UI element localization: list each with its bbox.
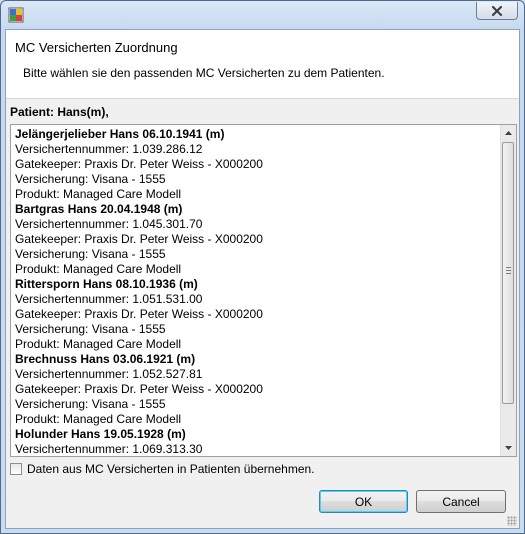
dialog-client-area: MC Versicherten Zuordnung Bitte wählen s… [5, 29, 520, 529]
scroll-up-button[interactable] [501, 125, 516, 141]
insured-detail[interactable]: Versichertennummer: 1.052.527.81 [15, 367, 495, 382]
insured-name[interactable]: Jelängerjelieber Hans 06.10.1941 (m) [15, 127, 495, 142]
scroll-down-button[interactable] [501, 440, 516, 456]
cancel-button[interactable]: Cancel [416, 490, 506, 513]
app-icon [8, 7, 24, 23]
insured-detail[interactable]: Gatekeeper: Praxis Dr. Peter Weiss - X00… [15, 307, 495, 322]
grip-icon [506, 267, 511, 276]
insured-detail[interactable]: Gatekeeper: Praxis Dr. Peter Weiss - X00… [15, 382, 495, 397]
insured-detail[interactable]: Gatekeeper: Praxis Dr. Peter Weiss - X00… [15, 157, 495, 172]
insured-detail[interactable]: Versicherung: Visana - 1555 [15, 397, 495, 412]
dialog-window: MC Versicherten Zuordnung Bitte wählen s… [0, 0, 525, 534]
scroll-thumb[interactable] [502, 142, 514, 404]
dialog-title: MC Versicherten Zuordnung [15, 40, 178, 55]
insured-detail[interactable]: Versichertennummer: 1.039.286.12 [15, 142, 495, 157]
insured-detail[interactable]: Produkt: Managed Care Modell [15, 412, 495, 427]
arrow-down-icon [505, 446, 512, 450]
insured-detail[interactable]: Produkt: Managed Care Modell [15, 187, 495, 202]
resize-grip-icon[interactable] [507, 516, 517, 526]
vertical-scrollbar[interactable] [500, 125, 516, 456]
insured-name[interactable]: Rittersporn Hans 08.10.1936 (m) [15, 277, 495, 292]
insured-name[interactable]: Bartgras Hans 20.04.1948 (m) [15, 202, 495, 217]
insured-list[interactable]: Jelängerjelieber Hans 06.10.1941 (m) Vers… [10, 124, 517, 457]
insured-detail[interactable]: Versichertennummer: 1.069.313.30 [15, 442, 495, 456]
close-icon [492, 5, 502, 16]
insured-name[interactable]: Brechnuss Hans 03.06.1921 (m) [15, 352, 495, 367]
ok-button[interactable]: OK [319, 490, 408, 513]
arrow-up-icon [505, 131, 512, 135]
insured-detail[interactable]: Versicherung: Visana - 1555 [15, 172, 495, 187]
insured-detail[interactable]: Versicherung: Visana - 1555 [15, 247, 495, 262]
transfer-data-label: Daten aus MC Versicherten in Patienten ü… [27, 462, 315, 476]
insured-detail[interactable]: Versicherung: Visana - 1555 [15, 322, 495, 337]
insured-detail[interactable]: Produkt: Managed Care Modell [15, 262, 495, 277]
insured-name[interactable]: Holunder Hans 19.05.1928 (m) [15, 427, 495, 442]
insured-detail[interactable]: Versichertennummer: 1.051.531.00 [15, 292, 495, 307]
transfer-data-option[interactable]: Daten aus MC Versicherten in Patienten ü… [10, 462, 315, 476]
insured-list-content: Jelängerjelieber Hans 06.10.1941 (m) Vers… [15, 127, 495, 456]
transfer-data-checkbox[interactable] [10, 463, 22, 475]
dialog-message: Bitte wählen sie den passenden MC Versic… [23, 66, 385, 80]
insured-detail[interactable]: Versichertennummer: 1.045.301.70 [15, 217, 495, 232]
dialog-header: MC Versicherten Zuordnung Bitte wählen s… [6, 30, 519, 99]
close-button[interactable] [476, 2, 518, 20]
insured-detail[interactable]: Produkt: Managed Care Modell [15, 337, 495, 352]
patient-label: Patient: Hans(m), [10, 105, 109, 119]
title-bar[interactable] [1, 1, 524, 27]
insured-detail[interactable]: Gatekeeper: Praxis Dr. Peter Weiss - X00… [15, 232, 495, 247]
